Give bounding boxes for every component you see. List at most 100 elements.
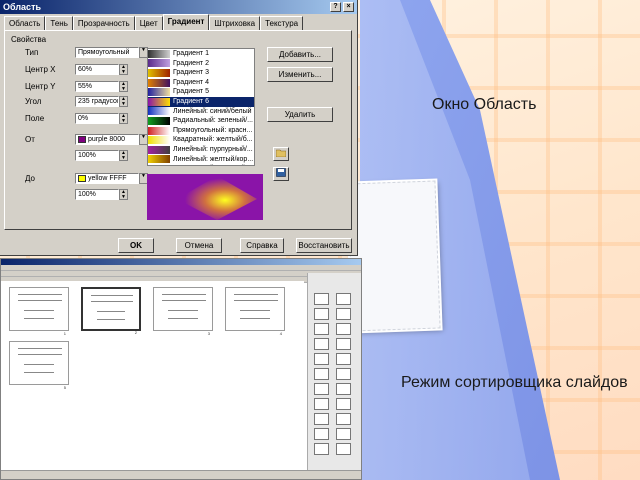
layout-option[interactable] bbox=[314, 323, 329, 335]
prop-field-5[interactable]: purple 8000 bbox=[75, 134, 139, 145]
label-slide-sorter: Режим сортировщика слайдов bbox=[401, 374, 628, 391]
gradient-name: Градиент 4 bbox=[173, 78, 209, 86]
layout-option[interactable] bbox=[336, 383, 351, 395]
dialog-tabs: Область Тень Прозрачность Цвет Градиент Штрих… bbox=[4, 14, 304, 30]
gradient-swatch bbox=[148, 116, 170, 125]
gradient-list[interactable]: Градиент 1 Градиент 2 Градиент 3 Градиент 4… bbox=[147, 48, 255, 166]
thumb-text-line bbox=[97, 319, 125, 320]
layouts-pane bbox=[307, 273, 361, 473]
layout-option[interactable] bbox=[314, 398, 329, 410]
tab-6[interactable]: Текстура bbox=[260, 16, 304, 30]
spinner-arrows-icon[interactable]: ▲ ▼ bbox=[119, 64, 128, 75]
gradient-preview bbox=[147, 174, 263, 220]
thumb-text-line bbox=[24, 310, 54, 311]
layout-option[interactable] bbox=[314, 443, 329, 455]
layout-option[interactable] bbox=[336, 323, 351, 335]
open-folder-icon[interactable] bbox=[273, 147, 289, 161]
ok-button[interactable]: OK bbox=[118, 238, 154, 253]
delete-button[interactable]: Удалить bbox=[267, 107, 333, 122]
tab-0[interactable]: Область bbox=[4, 16, 46, 30]
close-icon[interactable]: × bbox=[343, 2, 354, 12]
layout-option[interactable] bbox=[336, 293, 351, 305]
layout-option[interactable] bbox=[336, 353, 351, 365]
gradient-list-item[interactable]: Градиент 5 bbox=[148, 87, 254, 97]
thumb-text-line bbox=[162, 300, 206, 301]
prop-field-8[interactable]: 100% bbox=[75, 189, 119, 200]
save-disk-icon[interactable] bbox=[273, 167, 289, 181]
slide-number: 5 bbox=[63, 385, 66, 390]
layout-option[interactable] bbox=[314, 428, 329, 440]
thumb-text-line bbox=[18, 348, 62, 349]
prop-field-4[interactable]: 0% bbox=[75, 113, 119, 124]
layout-option[interactable] bbox=[336, 308, 351, 320]
layout-option[interactable] bbox=[336, 368, 351, 380]
tab-5[interactable]: Штриховка bbox=[209, 16, 261, 30]
layout-option[interactable] bbox=[314, 308, 329, 320]
gradient-name: Радиальный: зеленый/... bbox=[173, 117, 254, 125]
gradient-list-item[interactable]: Линейный: желтый/кор... bbox=[148, 155, 254, 165]
cancel-button[interactable]: Отмена bbox=[176, 238, 222, 253]
help-button[interactable]: Справка bbox=[240, 238, 284, 253]
slide-thumbnail[interactable]: 1 bbox=[9, 287, 69, 336]
gradient-swatch bbox=[148, 78, 170, 87]
layout-option[interactable] bbox=[336, 398, 351, 410]
prop-field-7[interactable]: yellow FFFF bbox=[75, 173, 139, 184]
gradient-list-item[interactable]: Линейный: синий/белый bbox=[148, 107, 254, 117]
layout-option[interactable] bbox=[336, 428, 351, 440]
add-button[interactable]: Добавить... bbox=[267, 47, 333, 62]
tab-1[interactable]: Тень bbox=[45, 16, 73, 30]
thumb-text-line bbox=[24, 364, 54, 365]
prop-field-1[interactable]: 60% bbox=[75, 64, 119, 75]
gradient-list-item[interactable]: Градиент 6 bbox=[148, 96, 254, 107]
layout-option[interactable] bbox=[314, 383, 329, 395]
dialog-title: Область bbox=[3, 2, 42, 12]
gradient-swatch bbox=[148, 49, 170, 58]
reset-button[interactable]: Восстановить bbox=[296, 238, 352, 253]
slide-thumbnail[interactable]: 4 bbox=[225, 287, 285, 336]
spinner-arrows-icon[interactable]: ▲ ▼ bbox=[119, 96, 128, 107]
spinner-arrows-icon[interactable]: ▲ ▼ bbox=[119, 189, 128, 200]
prop-field-3[interactable]: 235 градусов bbox=[75, 96, 119, 107]
prop-value: 55% bbox=[78, 83, 93, 90]
gradient-list-item[interactable]: Градиент 2 bbox=[148, 59, 254, 69]
help-title-icon[interactable]: ? bbox=[330, 2, 341, 12]
tab-4[interactable]: Градиент bbox=[162, 14, 210, 30]
layout-option[interactable] bbox=[314, 413, 329, 425]
gradient-list-item[interactable]: Радиальный: зеленый... bbox=[148, 164, 254, 165]
gradient-name: Градиент 1 bbox=[173, 50, 209, 57]
layout-option[interactable] bbox=[314, 368, 329, 380]
layout-option[interactable] bbox=[336, 338, 351, 350]
gradient-list-item[interactable]: Градиент 3 bbox=[148, 68, 254, 78]
gradient-name: Линейный: синий/белый bbox=[173, 107, 252, 115]
slide-thumbnail[interactable]: 3 bbox=[153, 287, 213, 336]
gradient-list-item[interactable]: Прямоугольный: красн... bbox=[148, 126, 254, 136]
prop-field-0[interactable]: Прямоугольный bbox=[75, 47, 139, 58]
gradient-list-item[interactable]: Градиент 4 bbox=[148, 78, 254, 88]
gradient-swatch bbox=[148, 107, 170, 116]
gradient-swatch bbox=[148, 155, 170, 164]
layout-option[interactable] bbox=[314, 293, 329, 305]
layout-option[interactable] bbox=[314, 338, 329, 350]
gradient-list-item[interactable]: Квадратный: желтый/б... bbox=[148, 135, 254, 145]
spinner-arrows-icon[interactable]: ▲ ▼ bbox=[119, 113, 128, 124]
prop-field-2[interactable]: 55% bbox=[75, 81, 119, 92]
tab-3[interactable]: Цвет bbox=[134, 16, 163, 30]
spinner-arrows-icon[interactable]: ▲ ▼ bbox=[119, 81, 128, 92]
gradient-list-item[interactable]: Радиальный: зеленый/... bbox=[148, 116, 254, 126]
slide-thumbnail[interactable]: 2 bbox=[81, 287, 141, 335]
spinner-arrows-icon[interactable]: ▲ ▼ bbox=[119, 150, 128, 161]
gradient-name: Градиент 6 bbox=[173, 97, 209, 105]
gradient-list-item[interactable]: Градиент 1 bbox=[148, 49, 254, 59]
modify-button[interactable]: Изменить... bbox=[267, 67, 333, 82]
dialog-titlebar[interactable]: Область ? × bbox=[0, 0, 357, 14]
layout-option[interactable] bbox=[336, 443, 351, 455]
gradient-list-item[interactable]: Линейный: пурпурный/... bbox=[148, 145, 254, 155]
layout-option[interactable] bbox=[314, 353, 329, 365]
layout-option[interactable] bbox=[336, 413, 351, 425]
tab-2[interactable]: Прозрачность bbox=[72, 16, 135, 30]
slide-thumbnail[interactable]: 5 bbox=[9, 341, 69, 390]
prop-field-6[interactable]: 100% bbox=[75, 150, 119, 161]
gradient-name: Квадратный: желтый/б... bbox=[173, 136, 253, 144]
gradient-swatch bbox=[148, 97, 170, 106]
thumb-text-line bbox=[168, 318, 198, 319]
